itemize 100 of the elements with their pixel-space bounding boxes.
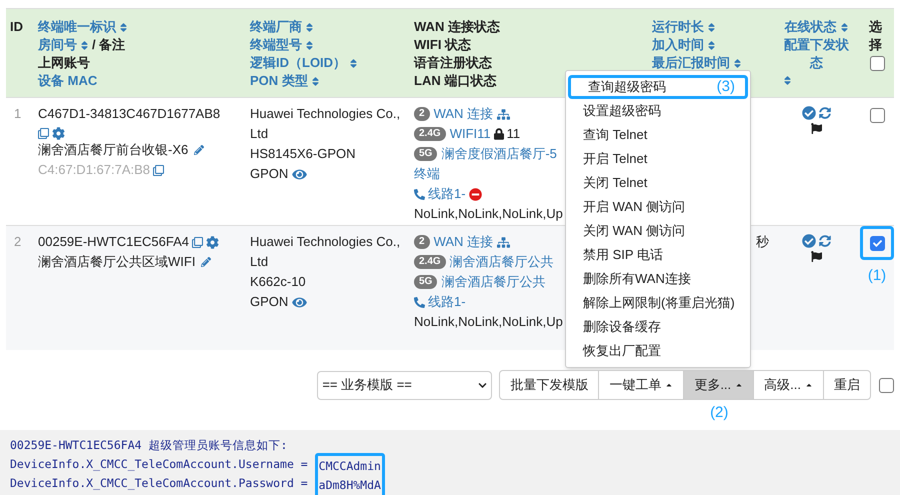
voice-line-link[interactable]: 线路1- [428,292,466,312]
settings-icon[interactable] [206,236,220,248]
checkbox[interactable] [870,108,884,122]
view-icon[interactable] [292,168,308,180]
network-icon[interactable] [497,236,510,248]
sort-icon[interactable] [80,40,89,50]
toolbar-button[interactable]: 批量下发模版 [499,370,600,400]
voice-line-link[interactable]: 线路1- [428,184,466,204]
count-badge: 2 [414,235,430,249]
network-icon[interactable] [497,108,510,120]
toolbar-button[interactable]: 重启 [823,370,871,400]
phone-icon [414,296,425,308]
menu-item[interactable]: 删除设备缓存 [566,315,750,339]
sort-icon[interactable] [733,58,742,68]
menu-item[interactable]: 禁用 SIP 电话 [566,243,750,267]
column-header[interactable]: 配置下发状态 [783,36,850,72]
copy-icon[interactable] [38,128,49,139]
edit-icon[interactable] [194,145,204,155]
menu-item[interactable]: 关闭 Telnet [566,171,750,195]
count-badge: 2.4G [414,255,446,269]
copy-icon[interactable] [153,164,164,176]
count-badge: 5G [414,275,438,289]
wan-link[interactable]: WAN 连接 [434,232,494,252]
vendor-name: Huawei Technologies Co., Ltd [250,105,402,143]
row-id: 1 [14,106,22,121]
column-header[interactable]: 终端厂商 [250,18,302,36]
menu-item[interactable]: 删除所有WAN连接 [566,267,750,291]
column-header[interactable]: PON 类型 [250,72,308,90]
sort-icon[interactable] [783,75,792,86]
view-icon[interactable] [292,296,308,308]
wifi-link[interactable]: WIFI11 [450,124,491,144]
sort-icon[interactable] [840,22,848,32]
phone-icon [414,188,425,200]
column-header: WIFI 状态 [414,36,472,54]
device-id: 00259E-HWTC1EC56FA4 [38,233,190,251]
column-header[interactable]: 最后汇报时间 [652,54,730,72]
column-header[interactable]: 在线状态 [784,18,836,36]
sort-icon[interactable] [119,22,128,32]
column-header: / 备注 [92,36,126,54]
sync-icon[interactable] [819,107,831,119]
count-badge: 2.4G [414,127,446,141]
device-remark: 澜舍酒店餐厅前台收银-X6 [38,141,188,159]
column-header[interactable]: 终端唯一标识 [38,18,116,36]
wifi-password: 11 [506,125,520,143]
edit-icon[interactable] [201,257,212,267]
menu-item[interactable]: 开启 Telnet [566,147,750,171]
sort-icon[interactable] [349,58,358,68]
caret-icon [735,381,744,389]
sort-icon[interactable] [305,40,314,50]
wifi-link[interactable]: 澜舍度假酒店餐厅-5 [441,144,557,164]
checkbox[interactable] [879,378,894,392]
copy-icon[interactable] [192,236,204,248]
vendor-name: Huawei Technologies Co., Ltd [250,233,402,271]
toolbar-button[interactable]: 一键工单 [598,370,684,400]
checkbox[interactable] [870,236,884,250]
column-header: 语音注册状态 [414,54,492,72]
column-header[interactable]: 设备 MAC [38,72,98,90]
menu-item[interactable]: 恢复出厂配置 [566,339,750,363]
menu-item[interactable]: 关闭 WAN 侧访问 [566,219,750,243]
lan-status: NoLink,NoLink,NoLink,Up [414,205,563,223]
column-header[interactable]: 房间号 [38,36,77,54]
menu-item[interactable]: 设置超级密码 [566,99,750,123]
column-header[interactable]: 终端型号 [250,36,302,54]
online-icon [802,106,816,120]
sort-icon[interactable] [305,22,314,32]
settings-icon[interactable] [52,127,65,140]
column-header[interactable]: 加入时间 [652,36,704,54]
template-select[interactable]: == 业务模版 == [317,370,492,400]
wifi-link[interactable]: 澜舍酒店餐厅公共 [441,272,546,292]
sort-icon[interactable] [707,22,716,32]
lan-status: NoLink,NoLink,NoLink,Up [414,313,563,331]
menu-item[interactable]: 开启 WAN 侧访问 [566,195,750,219]
wifi-link[interactable]: 澜舍酒店餐厅公共 [450,252,554,272]
count-badge: 2 [414,107,430,121]
column-header: WAN 连接状态 [414,18,500,36]
device-model: HS8145X6-GPON [250,145,356,163]
column-header[interactable]: 逻辑ID（LOID） [250,54,346,72]
column-header[interactable]: 运行时长 [652,18,704,36]
menu-item[interactable]: 查询 Telnet [566,123,750,147]
column-header: 选择 [869,18,883,54]
toolbar-button[interactable]: 高级... [753,370,824,400]
column-header: LAN 端口状态 [414,72,496,90]
column-header: 上网账号 [38,54,90,72]
flag-icon [811,123,822,134]
checkbox[interactable] [870,56,884,71]
row-id: 2 [14,234,22,249]
device-id: C467D1-34813C467D1677AB8 [38,105,220,123]
sort-icon[interactable] [310,76,320,86]
output-key: DeviceInfo.X_CMCC_TeleComAccount.Username = [10,455,315,474]
online-icon [802,234,816,248]
menu-item[interactable]: 解除上网限制(将重启光猫) [566,291,750,315]
toolbar-button[interactable]: 更多... [683,370,754,400]
sync-icon[interactable] [819,235,831,247]
menu-item[interactable]: 查询超级密码 (3) [568,75,748,99]
annotation-label: (1) [868,266,886,286]
wan-link[interactable]: WAN 连接 [434,104,494,124]
pon-type: GPON [250,165,288,183]
checkmark-icon [872,238,882,248]
wifi-link[interactable]: 终端 [414,164,440,184]
sort-icon[interactable] [707,40,716,50]
